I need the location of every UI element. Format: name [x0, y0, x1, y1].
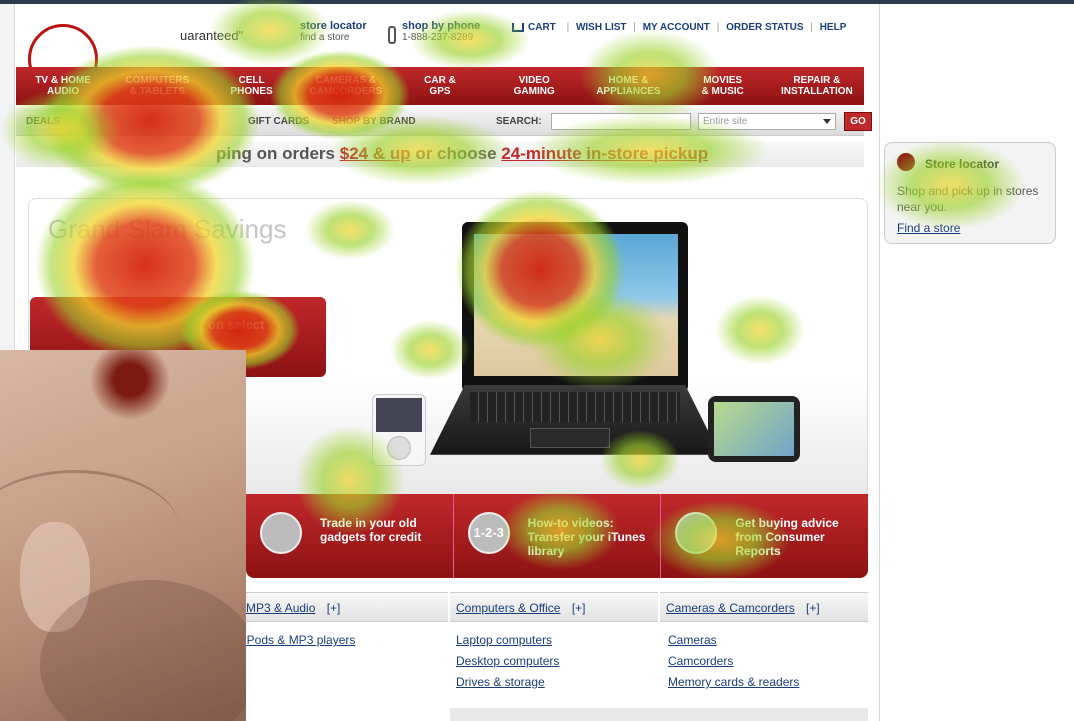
feature-how-to-videos[interactable]: 1-2-3 How-to videos: Transfer your iTune… — [454, 494, 662, 578]
category-link[interactable]: Camcorders — [668, 651, 799, 672]
search-label: SEARCH: — [496, 116, 542, 127]
category-link[interactable]: Cameras — [668, 630, 799, 651]
nav-cameras[interactable]: CAMERAS & CAMCORDERS — [299, 75, 393, 97]
category-grid: MP3 & Audio [+] Computers & Office [+] C… — [240, 592, 868, 721]
store-locator-title: store locator — [300, 20, 367, 32]
help-link[interactable]: HELP — [820, 22, 847, 33]
laptop-touchpad — [530, 428, 610, 448]
shop-phone-title: shop by phone — [402, 20, 481, 32]
nav-repair-installation[interactable]: REPAIR & INSTALLATION — [770, 75, 864, 97]
find-a-store-link[interactable]: Find a store — [897, 221, 960, 235]
category-header-mp3[interactable]: MP3 & Audio [+] — [240, 592, 448, 622]
nav-tv-home-audio[interactable]: TV & HOME AUDIO — [16, 75, 110, 97]
right-column — [880, 4, 1074, 721]
search-scope-select[interactable]: Entire site — [698, 113, 836, 130]
shop-phone-link[interactable]: shop by phone 1-888-237-8289 — [388, 20, 481, 44]
store-locator-icon — [897, 153, 915, 171]
laptop-display-photo — [474, 234, 678, 376]
category-link[interactable]: Desktop computers — [456, 651, 559, 672]
hand-closeup-photo — [0, 350, 246, 721]
category-link[interactable]: iPods & MP3 players — [244, 630, 355, 651]
store-locator-sub: find a store — [300, 32, 350, 43]
category-link[interactable]: Drives & storage — [456, 672, 559, 693]
chevron-down-icon — [823, 119, 831, 124]
category-links-mp3: iPods & MP3 players — [244, 630, 355, 651]
store-locator-panel: Store locator Shop and pick up in stores… — [884, 142, 1056, 244]
feature-text: How-to videos: Transfer your iTunes libr… — [527, 516, 646, 558]
shop-phone-number: 1-888-237-8289 — [402, 32, 474, 43]
category-header-computers[interactable]: Computers & Office [+] — [450, 592, 658, 622]
feature-text: Get buying advice from Consumer Reports — [735, 516, 839, 558]
gps-map-screen — [714, 402, 794, 456]
feature-trade-in[interactable]: Trade in your old gadgets for credit — [246, 494, 454, 578]
feature-text: Trade in your old gadgets for credit — [320, 516, 422, 544]
order-status-link[interactable]: ORDER STATUS — [726, 22, 803, 33]
cart-icon — [512, 22, 524, 32]
search-go-button[interactable]: GO — [844, 112, 872, 131]
feature-bar: Trade in your old gadgets for credit 1-2… — [246, 494, 868, 578]
promo-bar: ping on orders $24 & up or choose 24-min… — [16, 141, 864, 167]
screenshot-canvas: uaranteed" store locator find a store sh… — [0, 0, 1074, 721]
subnav-shop-by-brand[interactable]: SHOP BY BRAND — [332, 116, 416, 127]
lightbulb-icon — [675, 512, 718, 554]
promo-amount[interactable]: $24 & up — [340, 144, 411, 163]
category-link[interactable]: Laptop computers — [456, 630, 559, 651]
nav-home-appliances[interactable]: HOME & APPLIANCES — [581, 75, 675, 97]
laptop-brand: TOSHIBA — [560, 368, 594, 374]
search-input[interactable] — [551, 113, 691, 130]
laptop-keyboard — [470, 392, 680, 422]
category-next-row — [450, 708, 868, 721]
subnav-gift-cards[interactable]: GIFT CARDS — [248, 116, 309, 127]
category-links-cameras: Cameras Camcorders Memory cards & reader… — [668, 630, 799, 693]
nav-car-gps[interactable]: CAR & GPS — [393, 75, 487, 97]
mp3-click-wheel — [387, 436, 411, 460]
nav-cell-phones[interactable]: CELL PHONES — [204, 75, 298, 97]
promo-pickup-link[interactable]: 24-minute in-store pickup — [501, 144, 708, 163]
nav-computers[interactable]: COMPUTERS & TABLETS — [110, 75, 204, 97]
phone-icon — [388, 26, 396, 44]
sub-nav: DEALS GIFT CARDS SHOP BY BRAND SEARCH: E… — [16, 108, 872, 136]
store-locator-link[interactable]: store locator find a store — [300, 20, 367, 43]
speech-bubble-icon — [260, 512, 302, 554]
hero-title: Grand Slam Savings — [48, 214, 287, 244]
steps-icon: 1-2-3 — [467, 512, 510, 554]
wishlist-link[interactable]: WISH LIST — [576, 22, 627, 33]
nav-movies-music[interactable]: MOVIES & MUSIC — [676, 75, 770, 97]
category-links-computers: Laptop computers Desktop computers Drive… — [456, 630, 559, 693]
guarantee-text: uaranteed" — [180, 28, 244, 43]
cart-link[interactable]: CART — [512, 22, 560, 33]
subnav-deals[interactable]: DEALS — [26, 116, 60, 127]
store-locator-desc: Shop and pick up in stores near you. — [897, 184, 1039, 214]
mp3-player-screen — [376, 398, 422, 432]
store-locator-heading: Store locator — [925, 157, 1000, 171]
my-account-link[interactable]: MY ACCOUNT — [643, 22, 710, 33]
category-link[interactable]: Memory cards & readers — [668, 672, 799, 693]
nav-video-gaming[interactable]: VIDEO GAMING — [487, 75, 581, 97]
category-header-cameras[interactable]: Cameras & Camcorders [+] — [660, 592, 868, 622]
feature-buying-advice[interactable]: Get buying advice from Consumer Reports — [661, 494, 868, 578]
utility-nav: CART | WISH LIST | MY ACCOUNT | ORDER ST… — [512, 22, 850, 33]
main-nav: TV & HOME AUDIO COMPUTERS & TABLETS CELL… — [16, 67, 864, 105]
